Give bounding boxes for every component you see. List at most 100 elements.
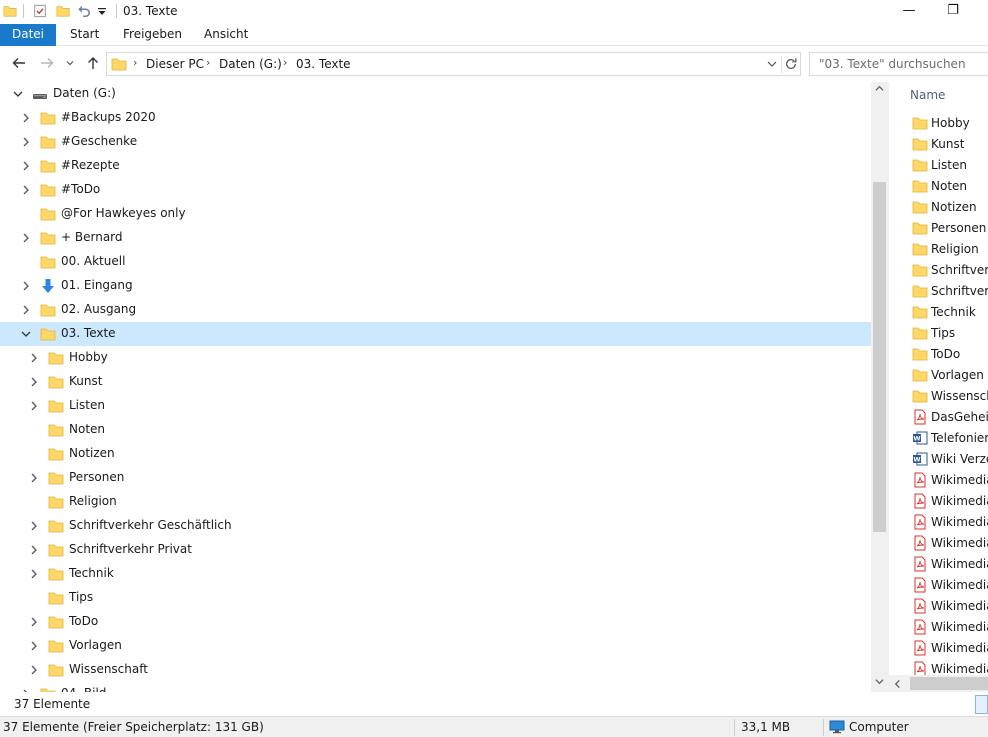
- tree-item-rezepte[interactable]: #Rezepte: [0, 154, 871, 178]
- back-button[interactable]: [10, 55, 28, 73]
- tree-item-kunst[interactable]: Kunst: [0, 370, 871, 394]
- chevron-right-icon[interactable]: [28, 544, 40, 556]
- chevron-right-icon[interactable]: [28, 664, 40, 676]
- forward-button[interactable]: [38, 55, 56, 73]
- breadcrumb-daten[interactable]: Daten (G:): [219, 57, 282, 71]
- tree-item-for-hawkeyes-only[interactable]: @For Hawkeyes only: [0, 202, 871, 226]
- address-bar[interactable]: › Dieser PC › Daten (G:) › 03. Texte: [106, 52, 801, 76]
- chevron-right-icon[interactable]: [20, 136, 32, 148]
- scroll-thumb[interactable]: [910, 677, 988, 690]
- tree-item-religion[interactable]: Religion: [0, 490, 871, 514]
- refresh-icon[interactable]: [784, 57, 798, 74]
- tree-item-schriftverkehr-geschäftlich[interactable]: Schriftverkehr Geschäftlich: [0, 514, 871, 538]
- breadcrumb-chevron-icon[interactable]: ›: [206, 56, 210, 69]
- chevron-right-icon[interactable]: [28, 472, 40, 484]
- tree-item-vorlagen[interactable]: Vorlagen: [0, 634, 871, 658]
- list-item[interactable]: W Telefonieren: [889, 428, 988, 449]
- tree-item-drive[interactable]: Daten (G:): [0, 82, 871, 106]
- column-header-name[interactable]: Name: [910, 88, 945, 102]
- vertical-scrollbar[interactable]: [871, 82, 888, 692]
- list-item[interactable]: Wikimedia: [889, 554, 988, 575]
- tree-item-04-bild[interactable]: 04. Bild: [0, 682, 871, 692]
- chevron-right-icon[interactable]: [28, 400, 40, 412]
- tree-item-schriftverkehr-privat[interactable]: Schriftverkehr Privat: [0, 538, 871, 562]
- maximize-button[interactable]: ❐: [930, 0, 976, 24]
- chevron-right-icon[interactable]: [28, 352, 40, 364]
- list-item[interactable]: Schriftverkehr: [889, 281, 988, 302]
- scroll-thumb[interactable]: [873, 182, 886, 532]
- list-item[interactable]: Wikimedia: [889, 491, 988, 512]
- tree-item-listen[interactable]: Listen: [0, 394, 871, 418]
- tree-item-personen[interactable]: Personen: [0, 466, 871, 490]
- list-item[interactable]: Wissenschaft: [889, 386, 988, 407]
- recent-locations-button[interactable]: [64, 55, 76, 73]
- list-item[interactable]: Religion: [889, 239, 988, 260]
- list-item[interactable]: Notizen: [889, 197, 988, 218]
- details-view-icon[interactable]: [975, 695, 988, 714]
- address-dropdown-icon[interactable]: [766, 57, 778, 74]
- list-item[interactable]: Wikimedia: [889, 512, 988, 533]
- chevron-right-icon[interactable]: [28, 640, 40, 652]
- tab-ansicht[interactable]: Ansicht: [204, 24, 248, 46]
- chevron-right-icon[interactable]: [20, 280, 32, 292]
- breadcrumb-dieser-pc[interactable]: Dieser PC: [146, 57, 204, 71]
- list-item[interactable]: DasGeheimnis: [889, 407, 988, 428]
- undo-icon[interactable]: [77, 4, 91, 18]
- tree-item-hobby[interactable]: Hobby: [0, 346, 871, 370]
- breadcrumb-texte[interactable]: 03. Texte: [296, 57, 351, 71]
- list-item[interactable]: ToDo: [889, 344, 988, 365]
- scroll-up-arrow-icon[interactable]: [871, 82, 888, 99]
- tab-freigeben[interactable]: Freigeben: [123, 24, 182, 46]
- tab-datei[interactable]: Datei: [0, 24, 56, 46]
- horizontal-scrollbar[interactable]: [888, 675, 988, 692]
- chevron-right-icon[interactable]: [28, 376, 40, 388]
- list-item[interactable]: Noten: [889, 176, 988, 197]
- list-item[interactable]: Technik: [889, 302, 988, 323]
- tab-start[interactable]: Start: [70, 24, 99, 46]
- list-item[interactable]: Hobby: [889, 113, 988, 134]
- chevron-right-icon[interactable]: [28, 568, 40, 580]
- tree-item-tips[interactable]: Tips: [0, 586, 871, 610]
- new-folder-icon[interactable]: [56, 4, 70, 18]
- properties-icon[interactable]: [33, 4, 47, 18]
- customize-toolbar-icon[interactable]: [97, 4, 111, 18]
- tree-item-01-eingang[interactable]: 01. Eingang: [0, 274, 871, 298]
- scroll-left-arrow-icon[interactable]: [893, 678, 902, 692]
- chevron-right-icon[interactable]: [28, 616, 40, 628]
- list-item[interactable]: Tips: [889, 323, 988, 344]
- tree-item-notizen[interactable]: Notizen: [0, 442, 871, 466]
- tree-item-todo[interactable]: #ToDo: [0, 178, 871, 202]
- list-item[interactable]: Wikimedia: [889, 596, 988, 617]
- list-item[interactable]: Wikimedia: [889, 533, 988, 554]
- tree-item-00-aktuell[interactable]: 00. Aktuell: [0, 250, 871, 274]
- tree-item-todo[interactable]: ToDo: [0, 610, 871, 634]
- chevron-right-icon[interactable]: [20, 184, 32, 196]
- tree-item-02-ausgang[interactable]: 02. Ausgang: [0, 298, 871, 322]
- scroll-down-arrow-icon[interactable]: [871, 675, 888, 692]
- list-item[interactable]: Wikimedia: [889, 638, 988, 659]
- chevron-right-icon[interactable]: [20, 112, 32, 124]
- list-item[interactable]: Schriftverkehr: [889, 260, 988, 281]
- tree-item-technik[interactable]: Technik: [0, 562, 871, 586]
- list-item[interactable]: Wikimedia: [889, 617, 988, 638]
- breadcrumb-chevron-icon[interactable]: ›: [283, 56, 287, 69]
- list-item[interactable]: Listen: [889, 155, 988, 176]
- tree-item-geschenke[interactable]: #Geschenke: [0, 130, 871, 154]
- minimize-button[interactable]: —: [886, 0, 932, 24]
- chevron-down-icon[interactable]: [20, 328, 32, 340]
- list-item[interactable]: Personen: [889, 218, 988, 239]
- tree-item-backups-2020[interactable]: #Backups 2020: [0, 106, 871, 130]
- chevron-right-icon[interactable]: [20, 160, 32, 172]
- chevron-right-icon[interactable]: [20, 304, 32, 316]
- tree-item-noten[interactable]: Noten: [0, 418, 871, 442]
- chevron-right-icon[interactable]: [28, 520, 40, 532]
- tree-item-bernard[interactable]: + Bernard: [0, 226, 871, 250]
- list-item[interactable]: Kunst: [889, 134, 988, 155]
- chevron-down-icon[interactable]: [12, 88, 24, 100]
- list-item[interactable]: Wikimedia: [889, 575, 988, 596]
- up-button[interactable]: [84, 55, 102, 73]
- tree-item-wissenschaft[interactable]: Wissenschaft: [0, 658, 871, 682]
- list-item[interactable]: Vorlagen: [889, 365, 988, 386]
- list-item[interactable]: Wikimedia: [889, 470, 988, 491]
- breadcrumb-chevron-icon[interactable]: ›: [133, 56, 137, 69]
